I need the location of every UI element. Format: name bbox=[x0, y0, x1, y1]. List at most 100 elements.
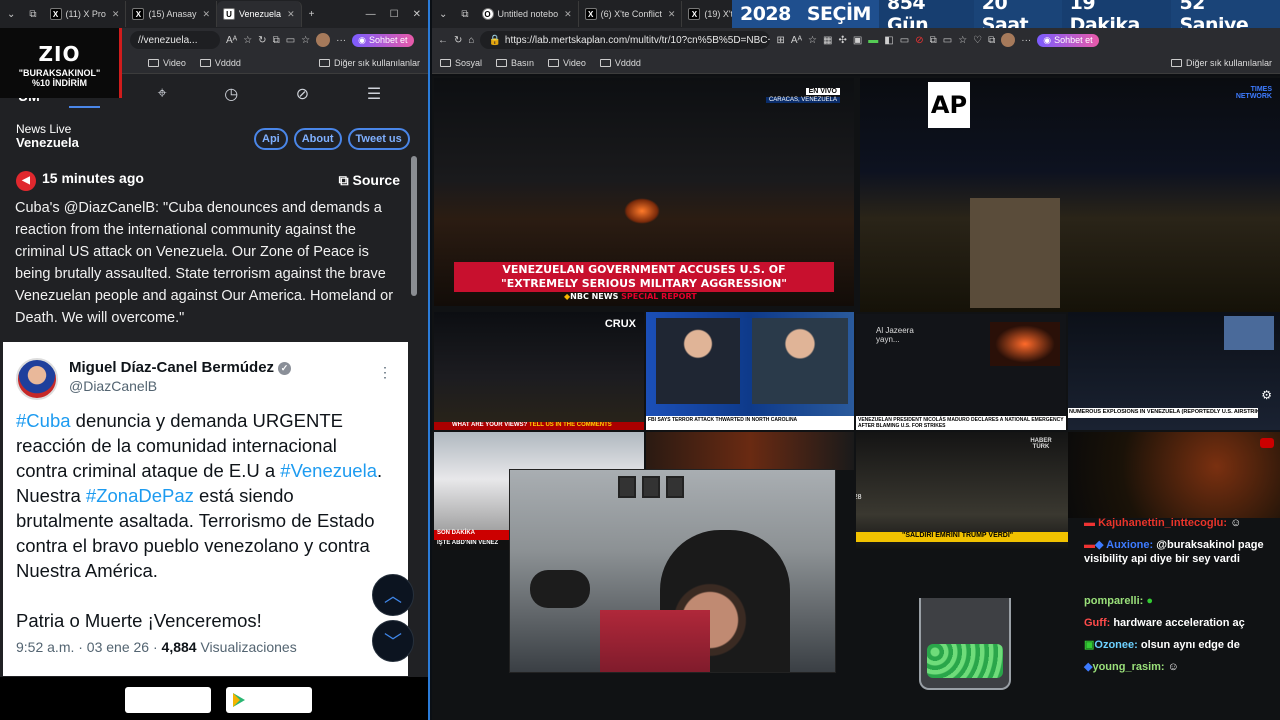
haberturk-stream[interactable]: HABER TÜRK 2028 "SALDIRI EMRİNİ TRUMP VE… bbox=[856, 432, 1068, 550]
compass-icon[interactable]: ⊘ bbox=[296, 84, 309, 104]
x-logo-icon: X bbox=[132, 8, 145, 20]
new-tab-icon[interactable]: + bbox=[302, 9, 322, 20]
maximize-icon[interactable]: ☐ bbox=[383, 9, 406, 20]
bookmark-sosyal[interactable]: Sosyal bbox=[440, 58, 482, 68]
hashtag-link[interactable]: #Venezuela bbox=[280, 460, 377, 481]
scroll-down-button[interactable]: ﹀ bbox=[372, 620, 414, 662]
bookmark-other-favorites[interactable]: Diğer sık kullanılanlar bbox=[1170, 58, 1272, 68]
anchor-2 bbox=[752, 318, 848, 404]
heart-icon[interactable]: ♡ bbox=[973, 35, 982, 46]
extensions-icon[interactable]: ⧉ bbox=[930, 35, 937, 46]
extension-icon[interactable]: ▬ bbox=[868, 35, 878, 46]
tweet-line: contra el bravo pueblo venezolano y cont… bbox=[16, 535, 370, 556]
refresh-icon[interactable]: ↻ bbox=[454, 35, 462, 46]
collections-icon[interactable]: ⧉ bbox=[988, 35, 995, 46]
bookmark-vdddd[interactable]: Vdddd bbox=[199, 58, 241, 68]
fire-stream[interactable] bbox=[646, 432, 854, 470]
avatar[interactable] bbox=[16, 358, 58, 400]
workspaces-icon[interactable]: ⧉ bbox=[22, 9, 43, 20]
workspaces-icon[interactable]: ⧉ bbox=[454, 9, 475, 20]
close-window-icon[interactable]: ✕ bbox=[406, 9, 428, 20]
folder-icon bbox=[599, 58, 611, 67]
app-store-badge[interactable] bbox=[125, 687, 211, 713]
hashtag-link[interactable]: #Cuba bbox=[16, 410, 71, 431]
settings-gear-icon[interactable]: ⚙ bbox=[1261, 388, 1272, 402]
bookmark-vdddd[interactable]: Vdddd bbox=[599, 58, 641, 68]
tab-actions-icon[interactable]: ⌄ bbox=[432, 9, 454, 20]
right-tab-2[interactable]: X (6) X'te Conflict ✕ bbox=[579, 1, 683, 27]
favorites-icon[interactable]: ☆ bbox=[958, 35, 967, 46]
tab-actions-icon[interactable]: ⌄ bbox=[0, 9, 22, 20]
extension-icon[interactable]: ▭ bbox=[900, 35, 909, 46]
night-fire-stream[interactable] bbox=[1068, 432, 1280, 518]
close-tab-icon[interactable]: ✕ bbox=[202, 9, 210, 20]
read-aloud-icon[interactable]: Aᴬ bbox=[226, 35, 237, 46]
about-button[interactable]: About bbox=[293, 128, 342, 150]
back-icon[interactable]: ← bbox=[438, 35, 448, 46]
google-play-badge[interactable] bbox=[226, 687, 312, 713]
bookmark-other-favorites[interactable]: Diğer sık kullanılanlar bbox=[318, 58, 420, 68]
right-address-bar: ← ↻ ⌂ 🔒 https://lab.mertskaplan.com/multi… bbox=[432, 28, 1280, 52]
app-available-icon[interactable]: ⊞ bbox=[776, 35, 784, 46]
url-field[interactable]: 🔒 https://lab.mertskaplan.com/multitv/tr/… bbox=[480, 31, 771, 49]
bookmark-video[interactable]: Video bbox=[548, 58, 586, 68]
scrollbar-thumb[interactable] bbox=[411, 156, 417, 296]
live-stream-corner[interactable]: NUMEROUS EXPLOSIONS IN VENEZUELA (REPORT… bbox=[1068, 312, 1280, 430]
favorite-star-icon[interactable]: ☆ bbox=[243, 35, 252, 46]
nbc-news-stream[interactable]: EN VIVO CARACAS, VENEZUELA VENEZUELAN GO… bbox=[434, 78, 854, 306]
clock-icon[interactable]: ◷ bbox=[224, 84, 238, 104]
jar-contents bbox=[927, 644, 1003, 678]
split-screen-icon[interactable]: ▭ bbox=[943, 35, 952, 46]
ap-stream[interactable]: AP TIMES NETWORK bbox=[860, 78, 1280, 312]
bookmark-video[interactable]: Video bbox=[148, 58, 186, 68]
api-button[interactable]: Api bbox=[254, 128, 288, 150]
more-options-icon[interactable]: ⋮ bbox=[378, 364, 392, 381]
split-screen-icon[interactable]: ▭ bbox=[286, 35, 295, 46]
explosion-glow bbox=[624, 198, 660, 224]
map-pin-icon[interactable]: ⌖ bbox=[158, 85, 167, 103]
lock-icon: 🔒 bbox=[488, 34, 501, 46]
page-scrollbar[interactable] bbox=[409, 82, 419, 642]
left-tab-3-active[interactable]: U Venezuela ✕ bbox=[217, 1, 302, 27]
close-tab-icon[interactable]: ✕ bbox=[668, 9, 676, 20]
fire-feed bbox=[990, 322, 1060, 366]
source-link[interactable]: ⧉ Source bbox=[339, 172, 400, 189]
profile-avatar[interactable] bbox=[1001, 33, 1016, 47]
more-menu-icon[interactable]: ··· bbox=[1021, 35, 1031, 46]
bookmark-basin[interactable]: Basın bbox=[496, 58, 534, 68]
tweet-author-name[interactable]: Miguel Díaz-Canel Bermúdez ✓ bbox=[69, 359, 292, 376]
wall-frames bbox=[618, 476, 708, 510]
hamburger-menu-icon[interactable]: ☰ bbox=[367, 84, 381, 104]
more-menu-icon[interactable]: ··· bbox=[336, 35, 346, 46]
extension-icon[interactable]: ◧ bbox=[884, 35, 893, 46]
extension-icon[interactable]: ⊘ bbox=[915, 35, 923, 46]
fox-news-stream[interactable]: FBI SAYS TERROR ATTACK THWARTED IN NORTH… bbox=[646, 312, 854, 430]
home-icon[interactable]: ⌂ bbox=[468, 35, 474, 46]
close-tab-icon[interactable]: ✕ bbox=[287, 9, 295, 20]
extension-icon[interactable]: ▣ bbox=[853, 35, 862, 46]
right-tab-1[interactable]: O Untitled notebo ✕ bbox=[476, 1, 579, 27]
tweet-us-button[interactable]: Tweet us bbox=[347, 128, 410, 150]
close-tab-icon[interactable]: ✕ bbox=[564, 9, 572, 20]
left-tab-1[interactable]: X (11) X Pro ✕ bbox=[44, 1, 127, 27]
left-tab-2[interactable]: X (15) Anasay ✕ bbox=[126, 1, 218, 27]
favorite-star-icon[interactable]: ☆ bbox=[808, 35, 817, 46]
refresh-icon[interactable]: ↻ bbox=[258, 35, 266, 46]
extension-icon[interactable]: ✣ bbox=[838, 35, 846, 46]
copilot-button[interactable]: ◉ Sohbet et bbox=[352, 33, 414, 47]
copilot-button[interactable]: ◉ Sohbet et bbox=[1037, 33, 1099, 47]
close-tab-icon[interactable]: ✕ bbox=[112, 9, 120, 20]
scroll-up-button[interactable]: ︿ bbox=[372, 574, 414, 616]
hashtag-link[interactable]: #ZonaDePaz bbox=[86, 485, 194, 506]
tweet-handle[interactable]: @DiazCanelB bbox=[69, 378, 157, 394]
minimize-icon[interactable]: — bbox=[359, 9, 383, 20]
profile-avatar[interactable] bbox=[316, 33, 331, 47]
read-aloud-icon[interactable]: Aᴬ bbox=[791, 35, 802, 46]
favorites-icon[interactable]: ☆ bbox=[301, 35, 310, 46]
al-jazeera-stream[interactable]: Al Jazeera yayn... VENEZUELAN PRESIDENT … bbox=[856, 314, 1066, 430]
extensions-icon[interactable]: ⧉ bbox=[273, 35, 280, 46]
crux-stream[interactable]: CRUX WHAT ARE YOUR VIEWS? TELL US IN THE… bbox=[434, 312, 644, 430]
url-field[interactable]: //venezuela... bbox=[130, 31, 220, 49]
extension-icon[interactable]: ▦ bbox=[823, 35, 832, 46]
bookmark-label: Video bbox=[563, 57, 586, 68]
